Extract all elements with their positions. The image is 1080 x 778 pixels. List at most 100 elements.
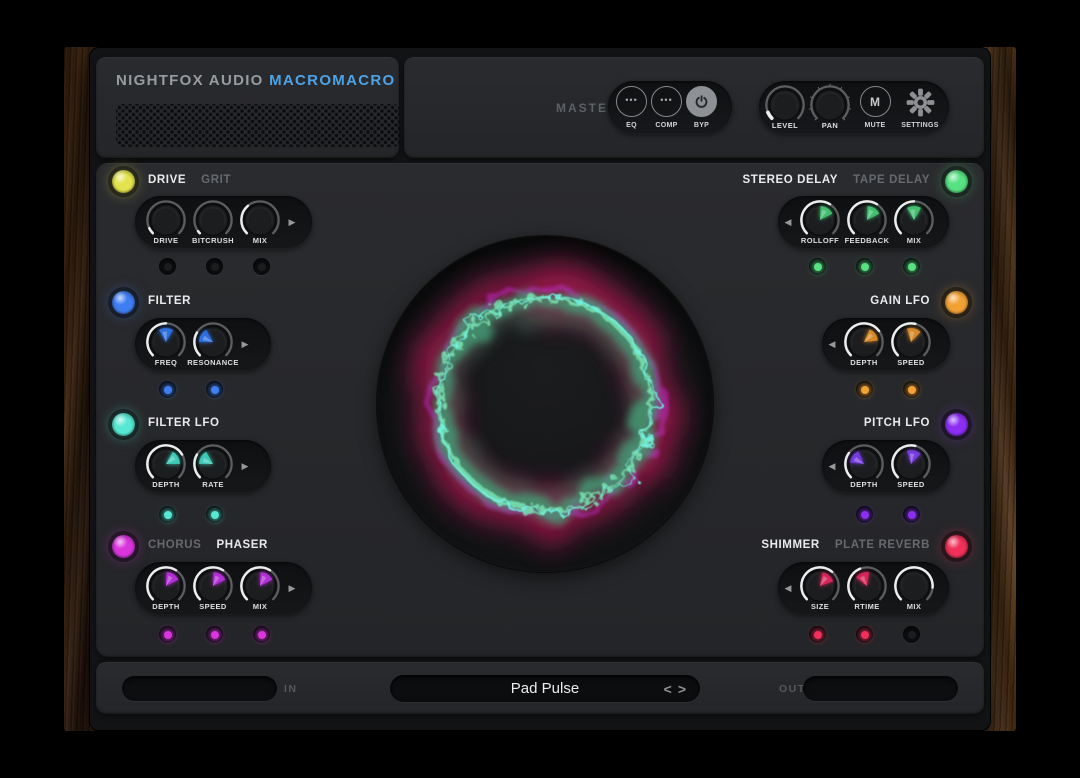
tab-filter-lfo[interactable]: FILTER LFO <box>148 417 220 429</box>
gain-lfo-tabs: GAIN LFO <box>870 295 930 307</box>
plugin-unit: NIGHTFOX AUDIO MACROMACRO MASTER ••• EQ … <box>90 48 990 730</box>
tab-tape-delay[interactable]: TAPE DELAY <box>853 174 930 186</box>
power-icon <box>686 86 717 117</box>
gain-lfo-mini-leds <box>856 381 920 398</box>
drive-mini-led-2[interactable] <box>206 258 223 275</box>
preset-selector[interactable]: Pad Pulse < > <box>390 675 700 702</box>
gain-lfo-mini-led-1[interactable] <box>856 381 873 398</box>
shimmer-mini-led-2[interactable] <box>856 626 873 643</box>
tab-shimmer[interactable]: SHIMMER <box>761 539 820 551</box>
filter-lfo-mini-led-2[interactable] <box>206 506 223 523</box>
comp-button[interactable]: ••• COMP <box>649 81 684 133</box>
drive-mini-led-1[interactable] <box>159 258 176 275</box>
chorus-knob-group: DEPTH SPEED MIX ▶ <box>135 562 312 614</box>
filter-lfo-mini-leds <box>159 506 223 523</box>
drive-section-led[interactable] <box>112 170 135 193</box>
header-brand-panel: NIGHTFOX AUDIO MACROMACRO <box>96 57 399 158</box>
tab-drive[interactable]: DRIVE <box>148 174 186 186</box>
drive-mini-leds <box>159 258 270 275</box>
footer-bar: IN Pad Pulse < > OUT <box>96 662 984 714</box>
chorus-speed-label: SPEED <box>199 602 226 611</box>
shimmer-section-led[interactable] <box>945 535 968 558</box>
comp-label: COMP <box>655 122 677 129</box>
bitcrush-knob-label: BITCRUSH <box>192 236 234 245</box>
level-label: LEVEL <box>772 121 798 130</box>
tab-filter[interactable]: FILTER <box>148 295 191 307</box>
drive-mini-led-3[interactable] <box>253 258 270 275</box>
pitch-lfo-mini-led-2[interactable] <box>903 506 920 523</box>
chorus-mini-led-3[interactable] <box>253 626 270 643</box>
eq-button[interactable]: ••• EQ <box>614 81 649 133</box>
tab-stereo-delay[interactable]: STEREO DELAY <box>742 174 838 186</box>
filter-mini-led-1[interactable] <box>159 381 176 398</box>
rolloff-knob-label: ROLLOFF <box>801 236 839 245</box>
chorus-mini-leds <box>159 626 270 643</box>
filter-lfo-section-led[interactable] <box>112 413 135 436</box>
mute-button[interactable]: M MUTE <box>853 81 897 133</box>
delay-mini-led-2[interactable] <box>856 258 873 275</box>
tab-grit[interactable]: GRIT <box>201 174 231 186</box>
gain-lfo-mini-led-2[interactable] <box>903 381 920 398</box>
shimmer-mini-led-1[interactable] <box>809 626 826 643</box>
preset-arrows: < > <box>664 675 686 702</box>
delay-section-led[interactable] <box>945 170 968 193</box>
delay-mini-led-3[interactable] <box>903 258 920 275</box>
chorus-mix-label: MIX <box>253 602 268 611</box>
tab-pitch-lfo[interactable]: PITCH LFO <box>864 417 930 429</box>
shimmer-mini-led-3[interactable] <box>903 626 920 643</box>
chorus-mini-led-2[interactable] <box>206 626 223 643</box>
delay-mini-led-1[interactable] <box>809 258 826 275</box>
pitch-lfo-mini-led-1[interactable] <box>856 506 873 523</box>
preset-next-icon[interactable]: > <box>678 681 686 697</box>
brand-title: NIGHTFOX AUDIO MACROMACRO <box>116 72 395 89</box>
pitch-lfo-depth-label: DEPTH <box>850 480 877 489</box>
chorus-mini-led-1[interactable] <box>159 626 176 643</box>
bypass-button[interactable]: BYP <box>684 81 719 133</box>
visualizer <box>377 236 713 572</box>
filter-lfo-rate-label: RATE <box>202 480 223 489</box>
gain-lfo-section-led[interactable] <box>945 291 968 314</box>
shimmer-mini-leds <box>809 626 920 643</box>
filter-mini-led-2[interactable] <box>206 381 223 398</box>
shimmer-knob-group: ◀ SIZE RTIME MIX <box>778 562 949 614</box>
level-control: LEVEL <box>763 81 807 133</box>
master-control-group: LEVEL PAN M MUTE <box>759 81 949 133</box>
resonance-knob-label: RESONANCE <box>187 358 239 367</box>
preset-prev-icon[interactable]: < <box>664 681 672 697</box>
drive-next-arrow-icon[interactable]: ▶ <box>285 217 299 228</box>
pitch-lfo-tabs: PITCH LFO <box>864 417 930 429</box>
pitch-lfo-prev-arrow-icon[interactable]: ◀ <box>825 461 839 472</box>
in-label: IN <box>284 683 298 695</box>
gear-icon <box>906 88 935 117</box>
preset-name: Pad Pulse <box>511 680 579 697</box>
pitch-lfo-speed-label: SPEED <box>897 480 924 489</box>
tab-chorus[interactable]: CHORUS <box>148 539 201 551</box>
product-name: MACROMACRO <box>269 72 395 89</box>
pan-control: PAN <box>808 81 852 133</box>
master-panel: MASTER ••• EQ ••• COMP <box>404 57 984 158</box>
filter-section-led[interactable] <box>112 291 135 314</box>
rtime-knob-label: RTIME <box>854 602 879 611</box>
byp-label: BYP <box>694 122 709 129</box>
tab-plate-reverb[interactable]: PLATE REVERB <box>835 539 930 551</box>
feedback-knob-label: FEEDBACK <box>845 236 890 245</box>
mute-glyph: M <box>870 95 880 109</box>
output-meter <box>803 676 958 701</box>
tab-gain-lfo[interactable]: GAIN LFO <box>870 295 930 307</box>
tab-phaser[interactable]: PHASER <box>216 539 268 551</box>
gain-lfo-prev-arrow-icon[interactable]: ◀ <box>825 339 839 350</box>
filter-next-arrow-icon[interactable]: ▶ <box>238 339 252 350</box>
shimmer-tabs: SHIMMER PLATE REVERB <box>761 539 930 551</box>
settings-button[interactable]: SETTINGS <box>898 81 942 133</box>
shimmer-prev-arrow-icon[interactable]: ◀ <box>781 583 795 594</box>
gain-lfo-speed-label: SPEED <box>897 358 924 367</box>
pitch-lfo-section-led[interactable] <box>945 413 968 436</box>
delay-prev-arrow-icon[interactable]: ◀ <box>781 217 795 228</box>
chorus-tabs: CHORUS PHASER <box>148 539 268 551</box>
drive-tabs: DRIVE GRIT <box>148 174 231 186</box>
chorus-section-led[interactable] <box>112 535 135 558</box>
chorus-next-arrow-icon[interactable]: ▶ <box>285 583 299 594</box>
filter-lfo-mini-led-1[interactable] <box>159 506 176 523</box>
filter-lfo-next-arrow-icon[interactable]: ▶ <box>238 461 252 472</box>
delay-knob-group: ◀ ROLLOFF FEEDBACK MIX <box>778 196 949 248</box>
